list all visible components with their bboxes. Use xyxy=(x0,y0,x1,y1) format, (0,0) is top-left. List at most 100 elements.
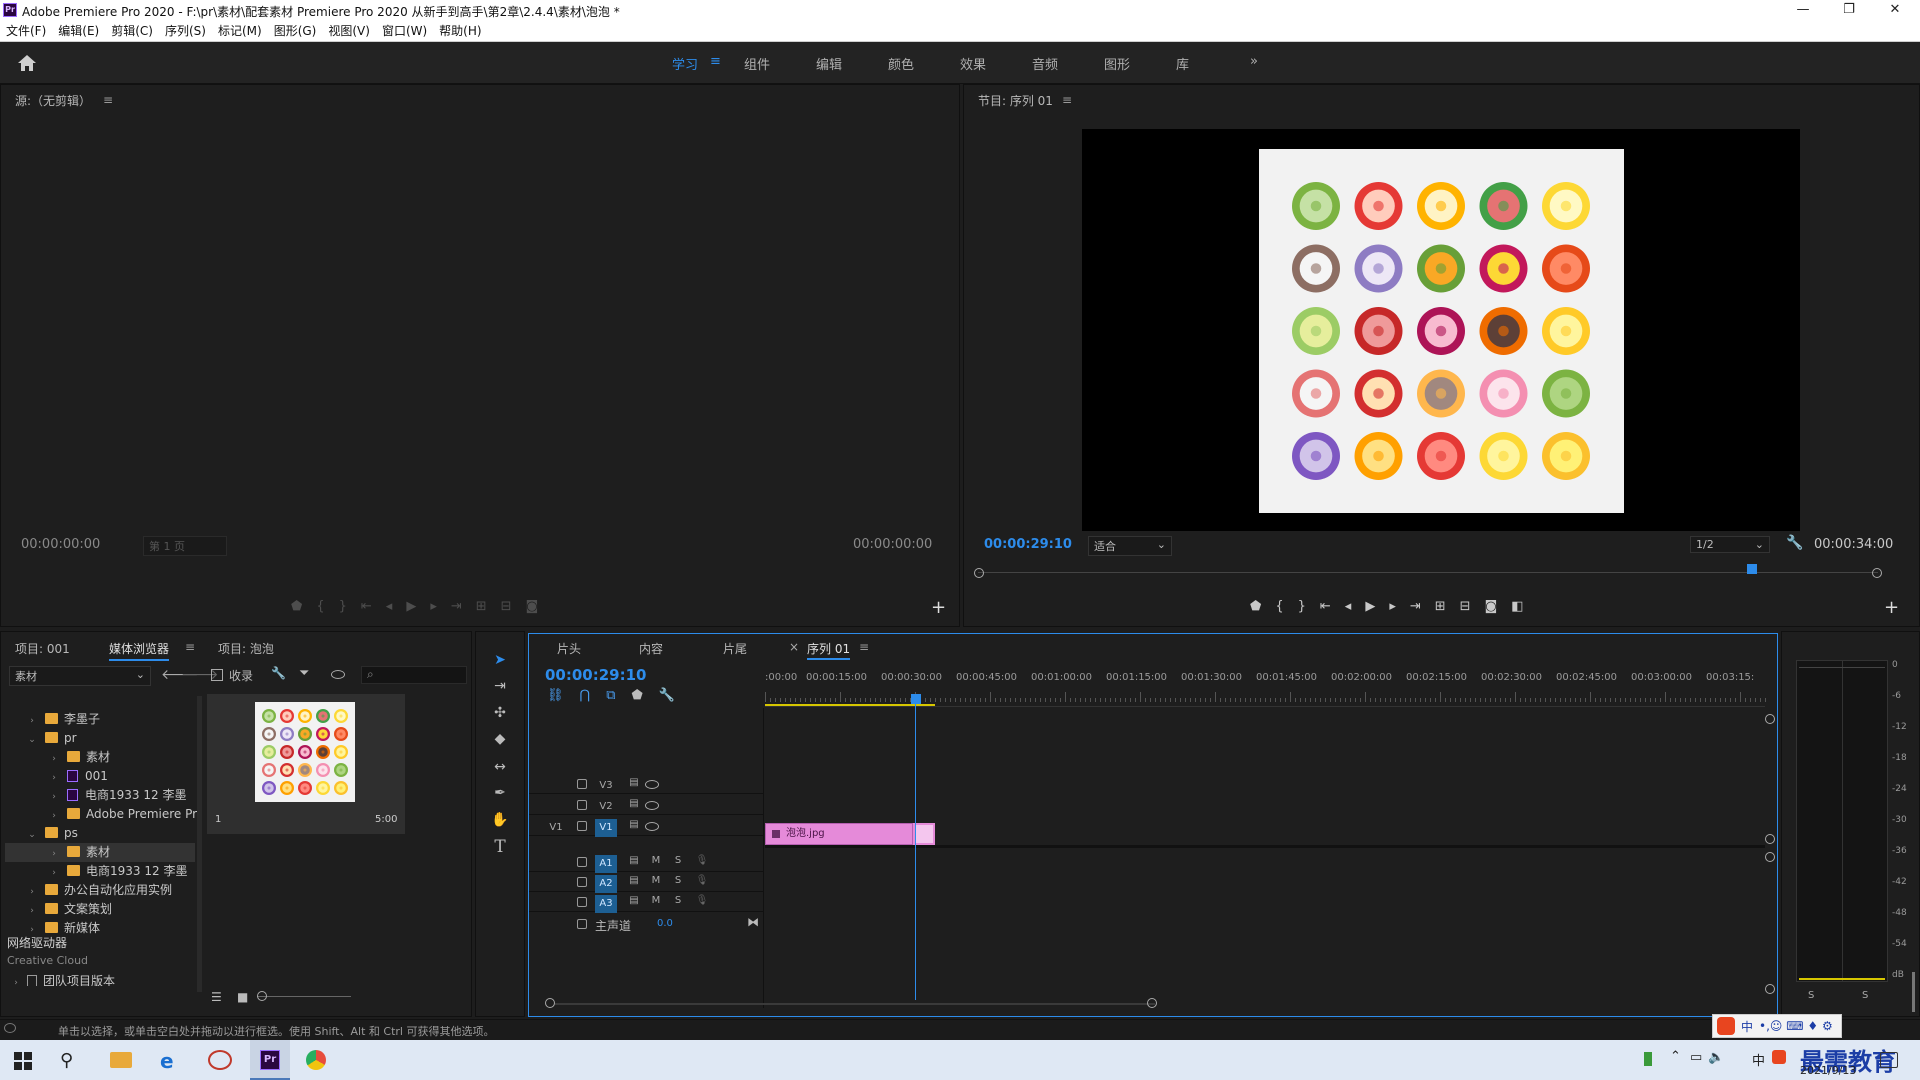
timeline-clip[interactable]: 泡泡.jpg xyxy=(765,823,913,845)
edge-browser-icon[interactable]: e xyxy=(160,1049,174,1073)
quality-select[interactable]: 1/2 ⌄ xyxy=(1690,536,1770,553)
meter-scrollbar[interactable] xyxy=(1912,972,1915,1012)
track-target-label[interactable]: V1 xyxy=(595,819,617,837)
workspace-tab-libraries[interactable]: 库 xyxy=(1176,54,1189,73)
workspace-tab-editing[interactable]: 编辑 xyxy=(816,54,842,73)
zoom-slider[interactable] xyxy=(257,991,351,1001)
program-time-ruler[interactable] xyxy=(974,564,1882,579)
go-to-in-icon[interactable]: ⇤ xyxy=(1320,599,1331,619)
marker-icon[interactable]: ⬟ xyxy=(291,599,302,619)
ime-tools-icon[interactable]: •,☺ ⌨ ♦ ⚙ xyxy=(1759,1019,1833,1033)
filter-icon[interactable]: ⏷ xyxy=(299,666,309,681)
track-target-label[interactable]: A1 xyxy=(595,855,617,873)
lift-icon[interactable]: ⊞ xyxy=(1435,599,1446,619)
windows-start-icon[interactable] xyxy=(14,1052,32,1070)
linked-selection-icon[interactable]: ⧉ xyxy=(606,688,615,703)
program-monitor-title[interactable]: 节目: 序列 01 xyxy=(978,92,1053,109)
timeline-tab-sequence-01[interactable]: 序列 01 xyxy=(807,640,851,660)
toggle-sync-lock-icon[interactable]: ▤ xyxy=(627,875,641,886)
menu-sequence[interactable]: 序列(S) xyxy=(159,20,212,42)
audio-scroll-handle-top[interactable] xyxy=(1765,852,1775,862)
video-scroll-handle-top[interactable] xyxy=(1765,714,1775,724)
h-scroll-start-handle[interactable] xyxy=(545,998,555,1008)
video-track-header[interactable]: V3 ▤ xyxy=(529,774,763,794)
settings-wrench-icon[interactable]: 🔧 xyxy=(1786,535,1803,551)
timeline-horizontal-scrollbar[interactable] xyxy=(545,998,1755,1008)
source-page-select[interactable]: 第 1 页 xyxy=(143,536,227,556)
icon-view-icon[interactable]: ■ xyxy=(237,990,248,1004)
track-target-label[interactable]: V2 xyxy=(595,798,617,816)
camera-icon[interactable]: ◙ xyxy=(1485,599,1498,619)
menu-clip[interactable]: 剪辑(C) xyxy=(105,20,159,42)
meter-solo-right-button[interactable]: S xyxy=(1862,990,1868,1001)
source-timecode[interactable]: 00:00:00:00 xyxy=(21,537,100,552)
go-to-in-icon[interactable]: ⇤ xyxy=(361,599,372,619)
audio-track-header[interactable]: A3 ▤ M S 🎙 xyxy=(529,892,763,913)
marker-icon[interactable]: ⬟ xyxy=(1250,599,1261,619)
tree-item[interactable]: ⌄ ps xyxy=(5,824,195,843)
lock-icon[interactable] xyxy=(577,857,587,867)
lock-icon[interactable] xyxy=(577,800,587,810)
program-timecode[interactable]: 00:00:29:10 xyxy=(984,537,1072,552)
mark-out-icon[interactable]: } xyxy=(339,599,347,619)
eye-icon[interactable] xyxy=(645,780,659,789)
mark-in-icon[interactable]: { xyxy=(1275,599,1283,619)
source-panel-menu-icon[interactable]: ≡ xyxy=(103,93,113,107)
audio-track-header[interactable]: A2 ▤ M S 🎙 xyxy=(529,872,763,893)
camera-icon[interactable]: ◙ xyxy=(526,599,539,619)
toggle-sync-lock-icon[interactable]: ▤ xyxy=(627,895,641,906)
lock-icon[interactable] xyxy=(577,877,587,887)
scrubber-start-handle[interactable] xyxy=(974,568,984,578)
workspace-tab-graphics[interactable]: 图形 xyxy=(1104,54,1130,73)
toggle-sync-lock-icon[interactable]: ▤ xyxy=(627,855,641,866)
go-to-out-icon[interactable]: ⇥ xyxy=(1410,599,1421,619)
nest-toggle-icon[interactable]: ⛓ xyxy=(547,688,564,703)
tree-item[interactable]: › 素材 xyxy=(5,843,195,862)
minimize-button[interactable]: — xyxy=(1788,1,1818,19)
tray-app-icon[interactable] xyxy=(1644,1052,1652,1066)
home-icon[interactable] xyxy=(14,50,40,76)
search-icon[interactable]: ⚲ xyxy=(60,1050,73,1071)
workspace-tab-effects[interactable]: 效果 xyxy=(960,54,986,73)
meter-solo-left-button[interactable]: S xyxy=(1808,990,1814,1001)
close-tab-icon[interactable]: × xyxy=(789,640,799,654)
add-marker-icon[interactable]: ⬟ xyxy=(631,688,642,703)
paint-app-icon[interactable] xyxy=(208,1050,232,1070)
location-select[interactable]: 素材 ⌄ xyxy=(9,666,151,686)
solo-button[interactable]: S xyxy=(671,895,685,906)
mark-out-icon[interactable]: } xyxy=(1298,599,1306,619)
eye-icon[interactable] xyxy=(645,801,659,810)
clip-end-handle[interactable] xyxy=(913,823,935,845)
track-target-label[interactable]: A3 xyxy=(595,895,617,913)
workspace-more-button[interactable]: » xyxy=(1250,54,1258,69)
mute-button[interactable]: M xyxy=(649,875,663,886)
tray-system-icons[interactable]: ▭🔈 xyxy=(1690,1050,1730,1065)
lock-icon[interactable] xyxy=(577,919,587,929)
compare-icon[interactable]: ◧ xyxy=(1511,599,1523,619)
hand-tool-icon[interactable]: ✋ xyxy=(487,809,513,831)
master-end-icon[interactable]: ⧓ xyxy=(747,915,759,929)
workspace-menu-icon[interactable]: ≡ xyxy=(710,54,721,69)
type-tool-icon[interactable]: T xyxy=(487,836,513,858)
video-track-header[interactable]: V1 V1 ▤ xyxy=(529,816,763,837)
track-select-tool-icon[interactable]: ⇥ xyxy=(487,675,513,697)
mic-icon[interactable]: 🎙 xyxy=(695,855,709,866)
menu-graphics[interactable]: 图形(G) xyxy=(268,20,323,42)
play-icon[interactable]: ▶ xyxy=(1365,599,1375,619)
timeline-tab-content[interactable]: 内容 xyxy=(639,640,663,657)
menu-help[interactable]: 帮助(H) xyxy=(433,20,487,42)
h-scroll-end-handle[interactable] xyxy=(1147,998,1157,1008)
workspace-tab-color[interactable]: 颜色 xyxy=(888,54,914,73)
mute-button[interactable]: M xyxy=(649,855,663,866)
lock-icon[interactable] xyxy=(577,779,587,789)
extract-icon[interactable]: ⊟ xyxy=(1460,599,1471,619)
slip-tool-icon[interactable]: ↔ xyxy=(487,756,513,778)
tree-item[interactable]: › 办公自动化应用实例 xyxy=(5,881,195,900)
mic-icon[interactable]: 🎙 xyxy=(695,875,709,886)
timeline-menu-icon[interactable]: ≡ xyxy=(859,640,869,654)
sogou-ime-icon[interactable] xyxy=(1772,1050,1786,1064)
insert-icon[interactable]: ⊞ xyxy=(476,599,487,619)
tree-item[interactable]: ⌄ pr xyxy=(5,729,195,748)
tab-project-bubble[interactable]: 项目: 泡泡 xyxy=(218,640,274,657)
source-add-button-icon[interactable]: + xyxy=(931,597,946,618)
